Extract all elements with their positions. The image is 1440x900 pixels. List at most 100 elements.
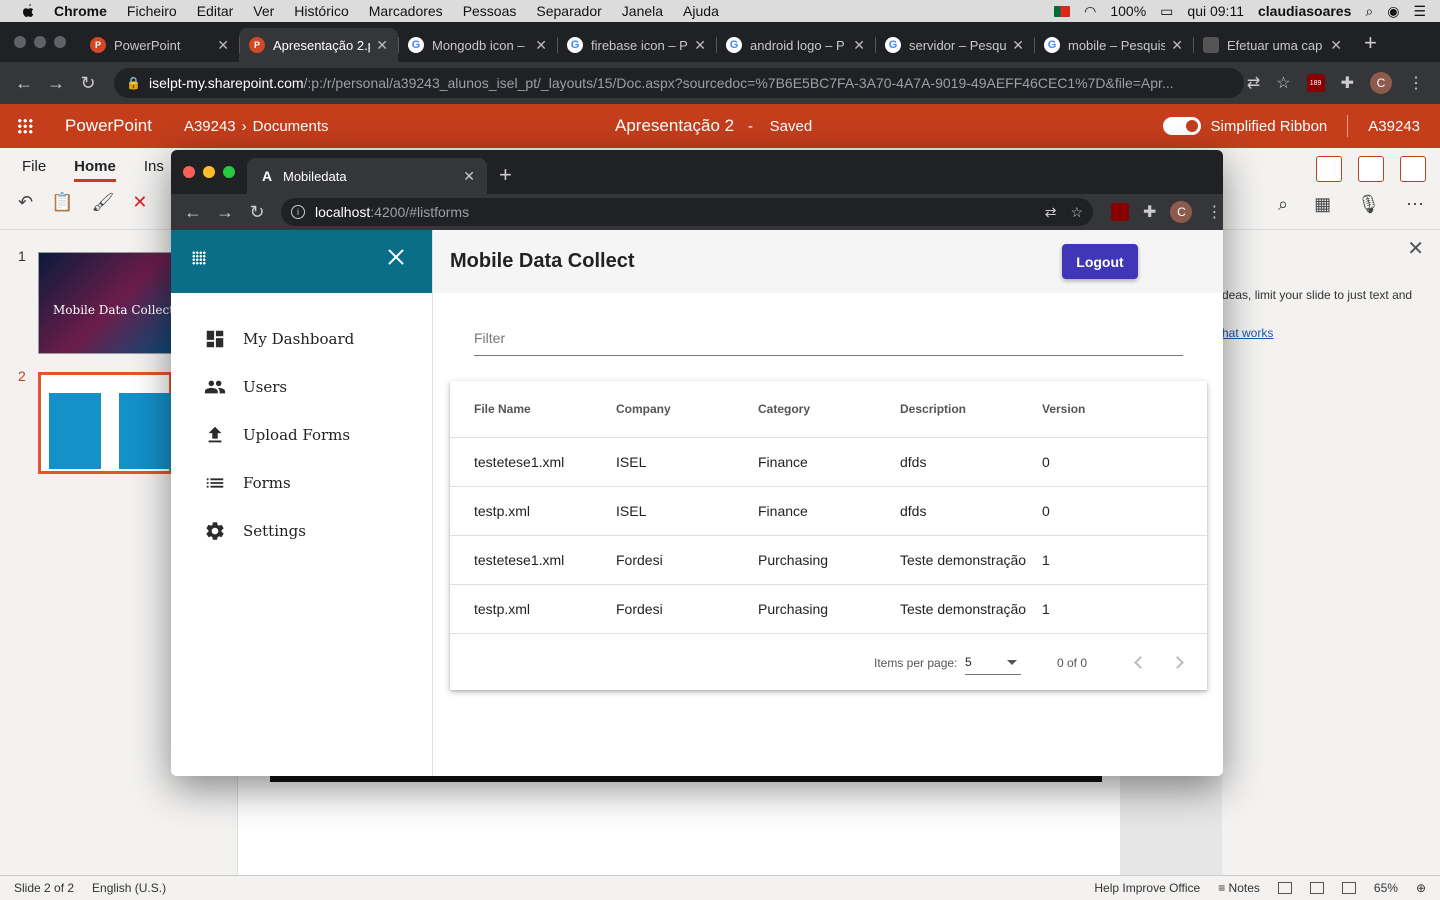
menu-marcadores[interactable]: Marcadores — [369, 3, 443, 19]
column-header-company[interactable]: Company — [616, 381, 671, 437]
nav-item-upload-forms[interactable]: Upload Forms — [204, 424, 350, 446]
ublock-extension-icon[interactable]: 189 — [1306, 74, 1325, 92]
fit-slide-icon[interactable]: ⊕ — [1416, 881, 1426, 895]
column-header-file-name[interactable]: File Name — [474, 381, 531, 437]
menubar-clock[interactable]: qui 09:11 — [1187, 3, 1244, 19]
slide-sorter-icon[interactable] — [1309, 882, 1324, 894]
address-bar[interactable]: 🔒 iselpt-my.sharepoint.com /:p:/r/person… — [114, 68, 1244, 98]
previous-page-button[interactable] — [1131, 654, 1147, 670]
browser-tab-android[interactable]: G android logo – P ✕ — [716, 28, 875, 62]
filter-input[interactable] — [474, 330, 1183, 346]
site-info-icon[interactable]: i — [291, 205, 305, 219]
tab-close-icon[interactable]: ✕ — [376, 37, 388, 54]
new-tab-icon[interactable]: + — [1352, 30, 1389, 62]
battery-percent[interactable]: 100% — [1110, 3, 1146, 19]
next-page-button[interactable] — [1171, 654, 1187, 670]
help-improve-office[interactable]: Help Improve Office — [1094, 881, 1200, 895]
reload-icon[interactable]: ↻ — [241, 202, 273, 223]
nav-item-dashboard[interactable]: My Dashboard — [204, 328, 354, 350]
breadcrumb-documents[interactable]: Documents — [253, 118, 329, 135]
profile-avatar[interactable]: C — [1370, 72, 1392, 94]
nav-item-settings[interactable]: Settings — [204, 520, 306, 542]
table-row[interactable]: testetese1.xml Fordesi Purchasing Teste … — [450, 536, 1207, 585]
clipboard-icon[interactable]: 📋 — [51, 192, 73, 213]
new-tab-icon[interactable]: + — [487, 162, 524, 194]
browser-tab-firebase[interactable]: G firebase icon – P ✕ — [557, 28, 716, 62]
slide-thumbnail-1[interactable]: Mobile Data Collect — [38, 252, 174, 354]
dictate-microphone-icon[interactable]: 🎙 — [1357, 194, 1380, 215]
minimize-window-button[interactable] — [203, 166, 215, 178]
control-center-icon[interactable]: ☰ — [1413, 3, 1426, 20]
tab-close-icon[interactable]: ✕ — [853, 37, 865, 54]
browser-tab-efetuar[interactable]: Efetuar uma cap ✕ — [1193, 28, 1352, 62]
undo-icon[interactable]: ↶ — [18, 192, 33, 213]
app-launcher[interactable] — [0, 118, 50, 134]
reload-icon[interactable]: ↻ — [72, 73, 104, 94]
notes-toggle[interactable]: ≡ Notes — [1218, 881, 1260, 895]
chrome-menu-icon[interactable]: ⋮ — [1408, 73, 1424, 93]
tab-file[interactable]: File — [22, 158, 46, 182]
close-window-button[interactable] — [183, 166, 195, 178]
browser-tab-powerpoint[interactable]: P PowerPoint ✕ — [80, 28, 239, 62]
back-icon[interactable]: ← — [8, 73, 40, 94]
menu-ficheiro[interactable]: Ficheiro — [127, 3, 177, 19]
present-icon[interactable] — [1400, 156, 1426, 182]
minimize-window-button[interactable] — [34, 36, 46, 48]
column-header-description[interactable]: Description — [900, 381, 966, 437]
search-icon[interactable]: ⌕ — [1278, 194, 1288, 215]
tab-close-icon[interactable]: ✕ — [1171, 37, 1183, 54]
breadcrumb-user[interactable]: A39243 — [184, 118, 236, 135]
siri-icon[interactable]: ◉ — [1387, 3, 1399, 20]
menu-ver[interactable]: Ver — [253, 3, 274, 19]
tab-close-icon[interactable]: ✕ — [463, 168, 475, 185]
menu-editar[interactable]: Editar — [197, 3, 234, 19]
browser-tab-mobile[interactable]: G mobile – Pesquis ✕ — [1034, 28, 1193, 62]
menu-pessoas[interactable]: Pessoas — [463, 3, 517, 19]
chrome-menu-icon[interactable]: ⋮ — [1206, 202, 1222, 222]
designer-icon[interactable]: ▦ — [1314, 194, 1331, 215]
extensions-puzzle-icon[interactable]: ✚ — [1341, 73, 1354, 93]
normal-view-icon[interactable] — [1277, 882, 1292, 894]
zoom-level[interactable]: 65% — [1374, 881, 1398, 895]
logout-button[interactable]: Logout — [1062, 244, 1138, 279]
column-header-version[interactable]: Version — [1042, 381, 1085, 437]
close-sidenav-icon[interactable] — [387, 248, 405, 266]
delete-icon[interactable]: ✕ — [132, 192, 147, 213]
translate-icon[interactable]: ⇄ — [1045, 204, 1057, 221]
table-row[interactable]: testp.xml Fordesi Purchasing Teste demon… — [450, 585, 1207, 634]
browser-tab-apresentacao[interactable]: P Apresentação 2.p ✕ — [239, 28, 398, 62]
back-icon[interactable]: ← — [177, 202, 209, 223]
reading-view-icon[interactable] — [1341, 882, 1356, 894]
tab-close-icon[interactable]: ✕ — [217, 37, 229, 54]
share-icon[interactable] — [1316, 156, 1342, 182]
tab-close-icon[interactable]: ✕ — [535, 37, 547, 54]
lock-icon[interactable]: 🔒 — [126, 76, 141, 90]
comments-icon[interactable] — [1358, 156, 1384, 182]
menu-separador[interactable]: Separador — [536, 3, 601, 19]
tab-close-icon[interactable]: ✕ — [1012, 37, 1024, 54]
wifi-icon[interactable]: ◠ — [1084, 3, 1096, 20]
more-options-icon[interactable]: ⋯ — [1406, 194, 1424, 215]
tab-insert[interactable]: Ins — [144, 158, 164, 182]
browser-tab-mongodb[interactable]: G Mongodb icon – ✕ — [398, 28, 557, 62]
ideas-link[interactable]: hat works — [1222, 326, 1273, 340]
nav-item-forms[interactable]: Forms — [204, 472, 291, 494]
format-painter-icon[interactable]: 🖌 — [92, 192, 115, 213]
browser-tab-mobiledata[interactable]: A Mobiledata ✕ — [247, 158, 487, 194]
menu-app-name[interactable]: Chrome — [54, 3, 107, 19]
simplified-ribbon-toggle[interactable] — [1162, 117, 1201, 135]
powerpoint-app-name[interactable]: PowerPoint — [65, 116, 152, 136]
address-bar[interactable]: i localhost :4200/#listforms ⇄ ☆ — [281, 198, 1093, 226]
battery-icon[interactable]: ▭ — [1160, 3, 1173, 20]
menu-janela[interactable]: Janela — [622, 3, 663, 19]
input-source-flag-icon[interactable] — [1054, 5, 1071, 17]
account-name[interactable]: A39243 — [1368, 118, 1420, 135]
tab-close-icon[interactable]: ✕ — [694, 37, 706, 54]
page-size-select[interactable]: 5 — [965, 653, 1021, 675]
nav-item-users[interactable]: Users — [204, 376, 287, 398]
menu-ajuda[interactable]: Ajuda — [683, 3, 719, 19]
zoom-window-button[interactable] — [223, 166, 235, 178]
document-title[interactable]: Apresentação 2 — [615, 116, 734, 136]
spotlight-search-icon[interactable]: ⌕ — [1365, 3, 1373, 20]
forward-icon[interactable]: → — [209, 202, 241, 223]
